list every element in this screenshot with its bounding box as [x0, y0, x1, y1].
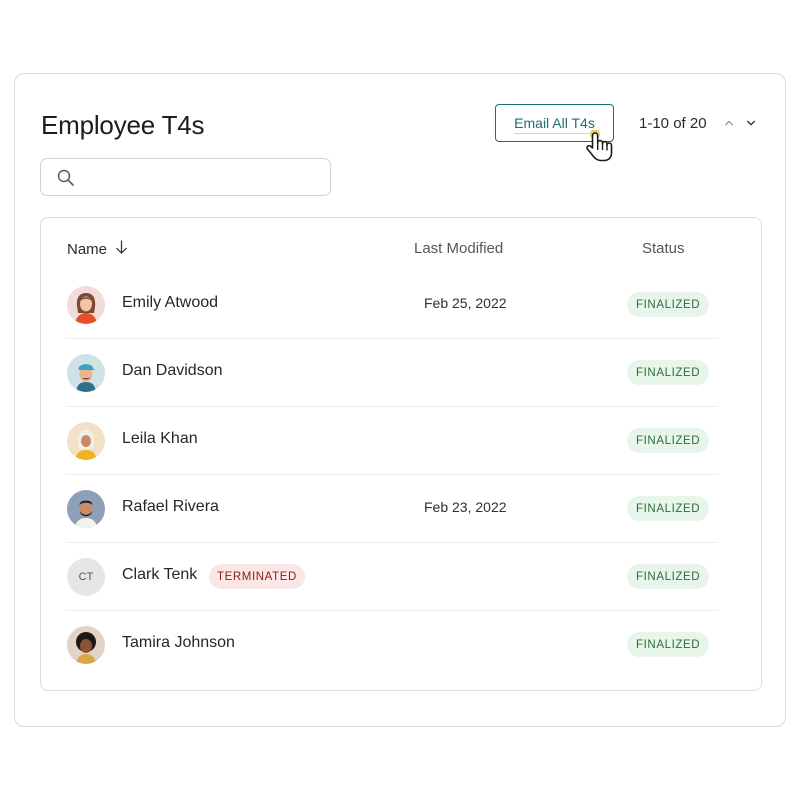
pagination-label: 1-10 of 20 — [639, 115, 707, 132]
employee-name[interactable]: Rafael Rivera — [122, 498, 219, 516]
arrow-down-icon — [115, 240, 128, 259]
avatar — [67, 490, 105, 528]
last-modified-date: Feb 25, 2022 — [424, 295, 507, 311]
status-badge: FINALIZED — [627, 292, 710, 317]
terminated-badge: TERMINATED — [209, 564, 305, 589]
search-icon — [56, 168, 76, 188]
status-badge: FINALIZED — [627, 496, 710, 521]
table-row[interactable]: Dan Davidson FINALIZED — [41, 339, 761, 407]
chevron-down-icon[interactable] — [743, 114, 759, 132]
avatar — [67, 626, 105, 664]
button-underline — [514, 133, 595, 134]
search-box — [40, 158, 331, 196]
status-badge: FINALIZED — [627, 564, 710, 589]
search-input[interactable] — [85, 165, 320, 189]
employee-table: Name Last Modified Status Emily Atwood F… — [40, 217, 762, 691]
status-badge: FINALIZED — [627, 632, 710, 657]
avatar-initials: CT — [67, 558, 105, 596]
column-header-name-label: Name — [67, 241, 108, 258]
table-row[interactable]: Leila Khan FINALIZED — [41, 407, 761, 475]
column-header-name[interactable]: Name — [67, 240, 128, 259]
employee-name[interactable]: Leila Khan — [122, 430, 198, 448]
hand-pointer-icon — [586, 129, 616, 164]
column-header-status[interactable]: Status — [642, 240, 685, 257]
employee-name[interactable]: Dan Davidson — [122, 362, 223, 380]
email-all-t4s-label: Email All T4s — [514, 115, 595, 131]
employee-name[interactable]: Clark Tenk — [122, 566, 197, 584]
table-row[interactable]: Emily Atwood Feb 25, 2022 FINALIZED — [41, 271, 761, 339]
table-row[interactable]: Tamira Johnson FINALIZED — [41, 611, 761, 679]
employee-name[interactable]: Emily Atwood — [122, 294, 218, 312]
table-row[interactable]: Rafael Rivera Feb 23, 2022 FINALIZED — [41, 475, 761, 543]
status-badge: FINALIZED — [627, 360, 710, 385]
employee-name[interactable]: Tamira Johnson — [122, 634, 235, 652]
avatar — [67, 286, 105, 324]
employee-t4s-card: Employee T4s Email All T4s 1-10 of 20 Na… — [14, 73, 786, 727]
table-row[interactable]: CT Clark Tenk TERMINATED FINALIZED — [41, 543, 761, 611]
avatar — [67, 354, 105, 392]
chevron-up-icon[interactable] — [721, 114, 737, 132]
page-title: Employee T4s — [41, 110, 205, 140]
column-header-last-modified[interactable]: Last Modified — [414, 240, 503, 257]
last-modified-date: Feb 23, 2022 — [424, 499, 507, 515]
status-badge: FINALIZED — [627, 428, 710, 453]
avatar — [67, 422, 105, 460]
